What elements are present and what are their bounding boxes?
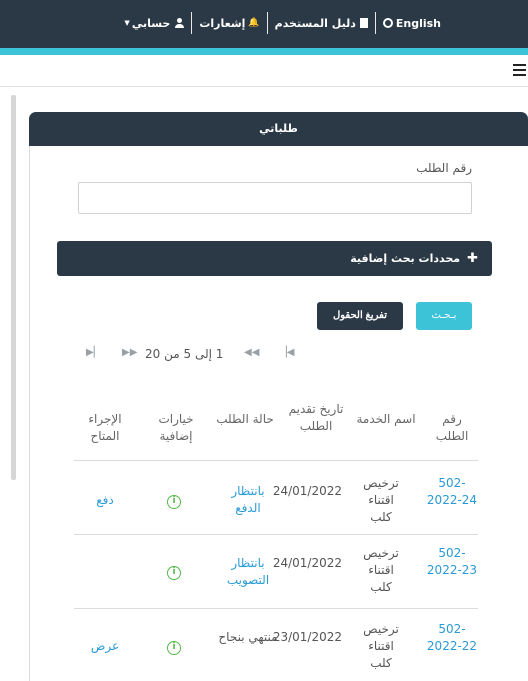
prev-page-icon[interactable]: ▶▶ [122,347,137,358]
clear-fields-button[interactable]: تفريغ الحقول [317,302,403,330]
last-page-icon[interactable]: ▕◀ [279,347,294,358]
header-service-name: اسم الخدمة [356,412,416,426]
menu-icon[interactable] [513,64,526,76]
first-page-icon[interactable]: ▶▏ [86,347,101,358]
globe-icon [382,18,393,28]
table-header-row: رقم الطلب اسم الخدمة تاريخ تقديم الطلب ح… [74,391,478,461]
account-menu[interactable]: ▼ حسابي [117,12,191,34]
table-row: 502-2022-24 ترخيص اقتناء كلب 24/01/2022 … [74,461,478,535]
options-cell: i [146,637,202,655]
book-icon [359,18,368,28]
header-available-action: الإجراء المتاح [88,412,122,443]
service-name: ترخيص اقتناء كلب [363,622,399,670]
submission-date: 24/01/2022 [272,556,342,570]
top-accent-strip [0,48,528,55]
header-status: حالة الطلب [216,412,274,426]
request-number-link[interactable]: 502-2022-23 [426,545,478,579]
user-icon [174,18,185,28]
advanced-search-label: محددات بحث إضافية [350,252,461,265]
top-nav: ▼ حسابي إشعارات 🔔 دليل المستخدم English [117,12,448,34]
pagination-info: 1 إلى 5 من 20 [145,347,224,361]
advanced-search-toggle[interactable]: ✚ محددات بحث إضافية [57,241,492,276]
table-row: 502-2022-22 ترخيص اقتناء كلب 23/01/2022 … [74,609,478,681]
search-button[interactable]: بـحـث [416,302,472,330]
info-icon[interactable]: i [167,641,181,655]
service-name: ترخيص اقتناء كلب [363,546,399,594]
caret-down-icon: ▼ [124,19,130,27]
bell-icon: 🔔 [248,18,260,28]
status-link[interactable]: بانتظار التصويب [218,555,278,589]
request-number-input[interactable] [78,182,472,214]
options-cell: i [146,562,202,580]
info-icon[interactable]: i [167,566,181,580]
notifications-link[interactable]: إشعارات 🔔 [192,12,266,34]
request-number-label: رقم الطلب [416,161,472,175]
status-link[interactable]: بانتظار الدفع [218,483,278,517]
action-link[interactable]: عرض [74,638,136,655]
language-link[interactable]: English [376,12,448,34]
submission-date: 24/01/2022 [272,484,342,498]
plus-icon: ✚ [467,251,478,266]
header-submission-date: تاريخ تقديم الطلب [288,402,344,433]
panel-title: طلباتي [29,112,528,146]
scrollbar[interactable] [11,95,16,480]
service-name: ترخيص اقتناء كلب [363,476,399,524]
language-label: English [395,16,441,30]
user-guide-link[interactable]: دليل المستخدم [268,12,375,34]
notifications-label: إشعارات [199,16,246,30]
request-number-link[interactable]: 502-2022-24 [426,475,478,509]
account-label: حسابي [131,16,171,30]
status-text: منتهي بنجاح [218,630,278,644]
next-page-icon[interactable]: ◀◀ [244,347,259,358]
request-number-link[interactable]: 502-2022-22 [426,621,478,655]
header-extra-options: خيارات إضافية [158,412,194,443]
header-request-number: رقم الطلب [435,412,469,443]
table-row: 502-2022-23 ترخيص اقتناء كلب 24/01/2022 … [74,535,478,609]
user-guide-label: دليل المستخدم [274,16,356,30]
options-cell: i [146,491,202,509]
info-icon[interactable]: i [167,495,181,509]
header-divider [0,86,528,87]
submission-date: 23/01/2022 [272,630,342,644]
action-link[interactable]: دفع [74,492,136,509]
